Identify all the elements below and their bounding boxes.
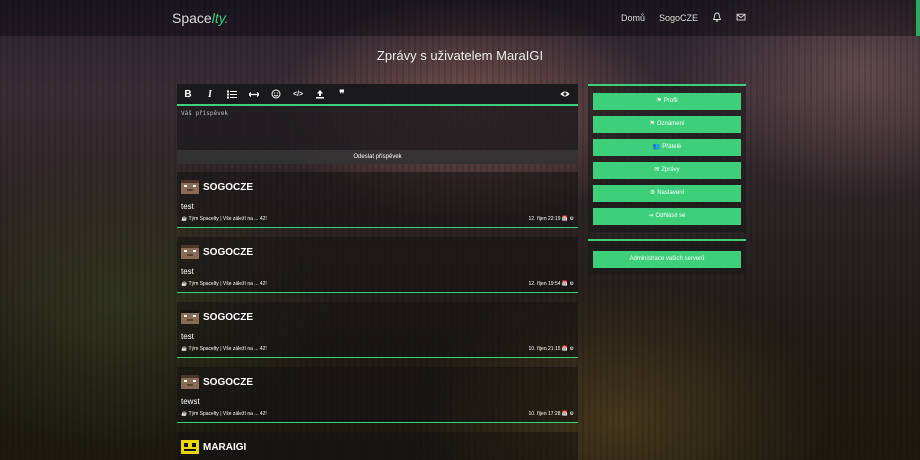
smiley-icon[interactable] — [271, 89, 281, 99]
sidebar-admin: Administrace vašich serverů — [588, 239, 746, 275]
post-text: test — [181, 332, 194, 341]
post-date: 12. říjen 19:54 📅 ⚙ — [528, 281, 574, 287]
post-text: test — [181, 202, 194, 211]
upload-icon[interactable] — [315, 89, 325, 99]
list-icon[interactable] — [227, 90, 237, 99]
sidebar-item-label: Nastavení — [657, 190, 685, 196]
post-author[interactable]: SOGOCZE — [203, 182, 253, 193]
editor-toolbar: B I </> ❞ — [177, 84, 578, 106]
post-signature: ☕ Tým Spacelty | Vše záleží na ... 42! — [181, 346, 267, 352]
sidebar-item-label: Odhlásit se — [655, 213, 686, 219]
mail-icon[interactable] — [736, 12, 746, 24]
italic-icon[interactable]: I — [205, 89, 215, 100]
horizontal-rule-icon[interactable] — [249, 90, 259, 99]
sidebar-item-label: Profil — [663, 98, 678, 104]
top-navbar: Spacelty. Domů SogoCZE — [0, 0, 920, 36]
post-date: 10. říjen 17:28 📅 ⚙ — [528, 411, 574, 417]
nav-link-user[interactable]: SogoCZE — [659, 13, 698, 23]
sidebar-item-logout[interactable]: ⇥ Odhlásit se — [593, 208, 741, 225]
brand-logo[interactable]: Spacelty. — [172, 10, 229, 26]
sidebar-item-settings[interactable]: ⚙ Nastavení — [593, 185, 741, 202]
sidebar-item-notifications[interactable]: ⚑ Oznámení — [593, 116, 741, 133]
admin-servers-button[interactable]: Administrace vašich serverů — [593, 251, 741, 268]
post-signature: ☕ Tým Spacelty | Vše záleží na ... 42! — [181, 411, 267, 417]
avatar — [181, 375, 199, 389]
sidebar-item-messages[interactable]: ✉ Zprávy — [593, 162, 741, 179]
sidebar-menu: ⚑ Profil ⚑ Oznámení 👥 Přátelé ✉ Zprávy ⚙ Nast… — [588, 84, 746, 232]
sidebar-item-label: Zprávy — [661, 167, 680, 173]
nav-link-home[interactable]: Domů — [621, 13, 645, 23]
post-author[interactable]: SOGOCZE — [203, 312, 253, 323]
sidebar-item-profile[interactable]: ⚑ Profil — [593, 93, 741, 110]
list-item: SOGOCZE test ☕ Tým Spacelty | Vše záleží… — [177, 237, 578, 293]
post-author[interactable]: SOGOCZE — [203, 247, 253, 258]
list-item: SOGOCZE test ☕ Tým Spacelty | Vše záleží… — [177, 172, 578, 228]
bold-icon[interactable]: B — [183, 89, 193, 100]
eye-icon[interactable] — [560, 90, 570, 98]
avatar — [181, 310, 199, 324]
brand-main: Space — [172, 10, 212, 26]
avatar — [181, 440, 199, 454]
avatar — [181, 245, 199, 259]
corner-accent — [916, 0, 920, 36]
post-signature: ☕ Tým Spacelty | Vše záleží na ... 42! — [181, 216, 267, 222]
page-title: Zprávy s uživatelem MaraIGI — [376, 48, 544, 63]
mail-icon: ✉ — [654, 167, 660, 173]
post-author[interactable]: MARAIGI — [203, 442, 246, 453]
flag-icon: ⚑ — [656, 98, 662, 104]
message-input[interactable]: Váš příspěvek — [181, 110, 228, 117]
sidebar-item-friends[interactable]: 👥 Přátelé — [593, 139, 741, 156]
post-date: 12. říjen 22:19 📅 ⚙ — [528, 216, 574, 222]
flag-icon: ⚑ — [649, 121, 655, 127]
users-icon: 👥 — [652, 144, 661, 150]
post-text: test — [181, 267, 194, 276]
sidebar-item-label: Přátelé — [662, 144, 682, 150]
brand-accent: lty. — [211, 10, 229, 26]
submit-post-button[interactable]: Odeslat příspěvek — [177, 150, 578, 164]
post-author[interactable]: SOGOCZE — [203, 377, 253, 388]
code-icon[interactable]: </> — [293, 91, 303, 98]
post-date: 10. říjen 21:15 📅 ⚙ — [528, 346, 574, 352]
avatar — [181, 180, 199, 194]
list-item: SOGOCZE tewst ☕ Tým Spacelty | Vše zálež… — [177, 367, 578, 423]
nav-links: Domů SogoCZE — [621, 12, 746, 24]
list-item: MARAIGI — [177, 432, 578, 460]
gear-icon: ⚙ — [649, 190, 656, 196]
quote-icon[interactable]: ❞ — [337, 89, 347, 100]
bell-icon[interactable] — [712, 12, 722, 24]
sidebar-item-label: Oznámení — [656, 121, 685, 127]
post-signature: ☕ Tým Spacelty | Vše záleží na ... 42! — [181, 281, 267, 287]
list-item: SOGOCZE test ☕ Tým Spacelty | Vše záleží… — [177, 302, 578, 358]
post-text: tewst — [181, 397, 200, 406]
logout-icon: ⇥ — [648, 213, 654, 219]
message-editor: B I </> ❞ Váš příspěvek Odeslat příspěve… — [177, 84, 578, 164]
